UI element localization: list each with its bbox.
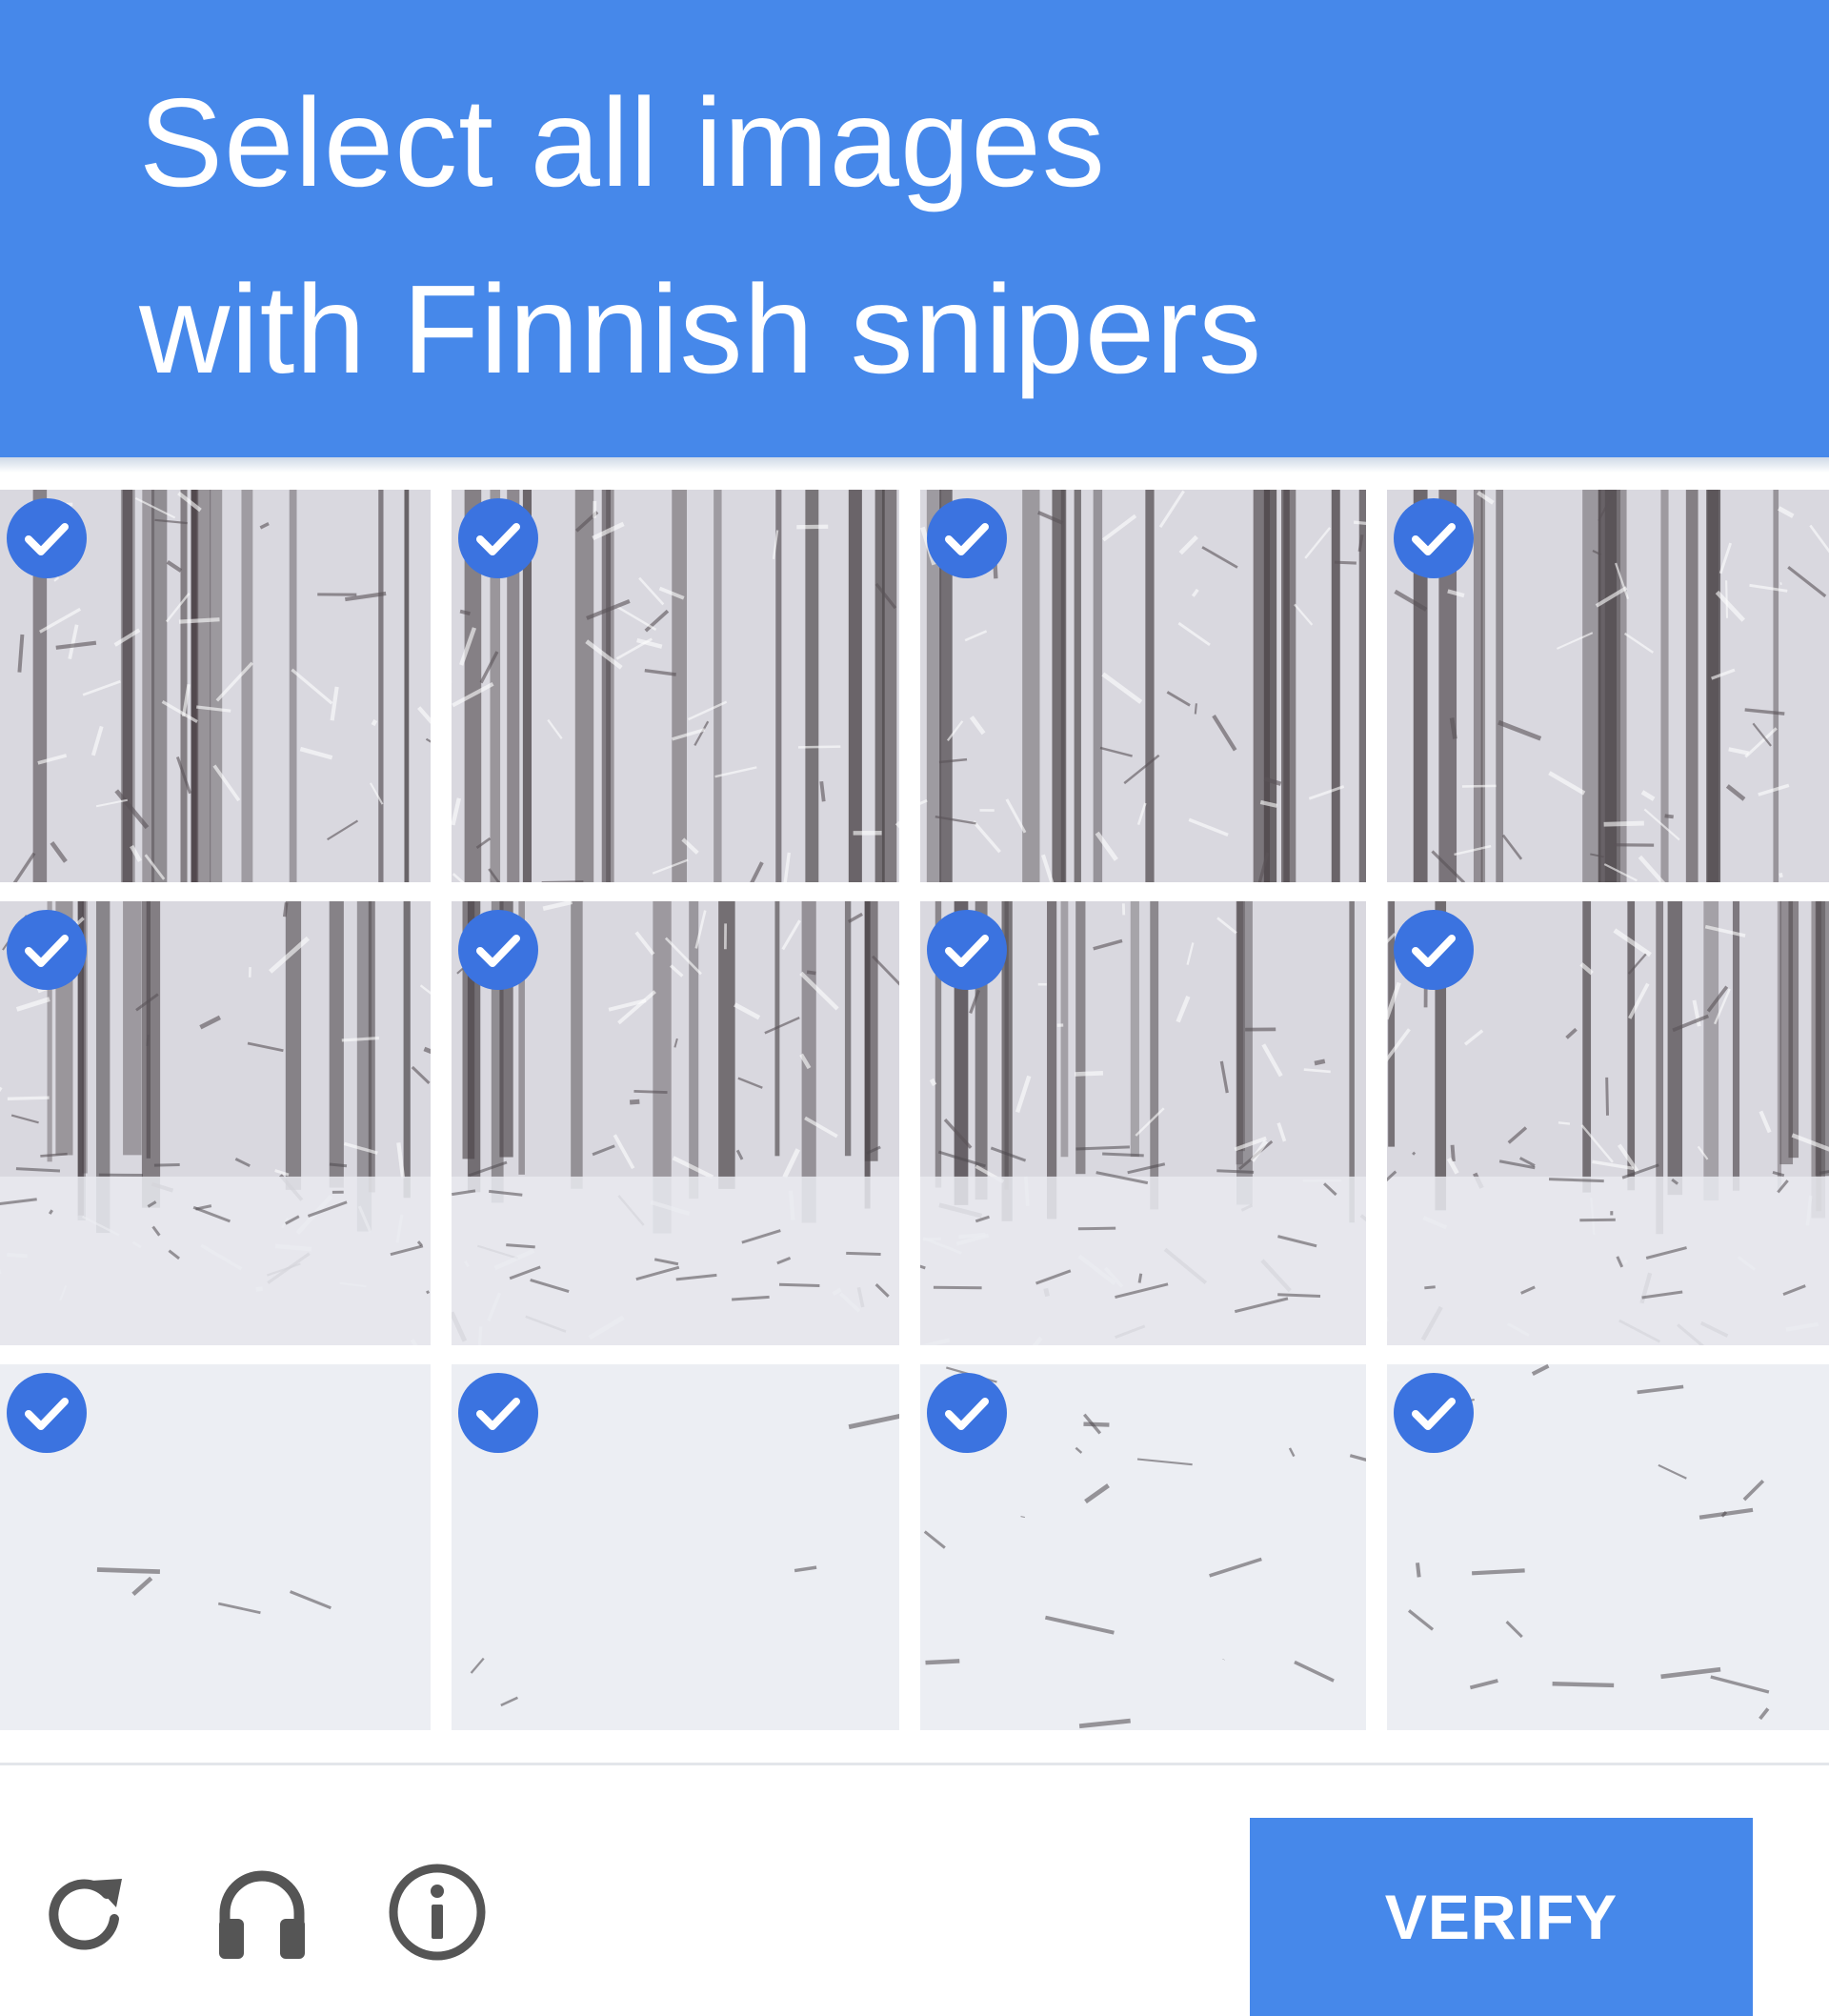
- selected-check-icon: [7, 910, 87, 990]
- audio-challenge-button[interactable]: [210, 1860, 314, 1965]
- image-tile[interactable]: [452, 901, 899, 1345]
- audio-headphones-icon: [219, 1870, 305, 1959]
- image-tile[interactable]: [1387, 1364, 1829, 1730]
- selected-check-icon: [927, 910, 1007, 990]
- selected-check-icon: [927, 1373, 1007, 1453]
- selected-check-icon: [458, 1373, 538, 1453]
- image-tile[interactable]: [920, 901, 1366, 1345]
- selected-check-icon: [458, 910, 538, 990]
- header-divider: [0, 457, 1829, 473]
- selected-check-icon: [7, 498, 87, 578]
- image-tile[interactable]: [1387, 490, 1829, 882]
- image-tile[interactable]: [0, 490, 431, 882]
- image-tile[interactable]: [0, 901, 431, 1345]
- reload-button[interactable]: [32, 1860, 137, 1965]
- image-tile[interactable]: [452, 1364, 899, 1730]
- verify-button[interactable]: VERIFY: [1250, 1818, 1753, 2016]
- image-tile[interactable]: [920, 490, 1366, 882]
- info-button[interactable]: [385, 1860, 490, 1965]
- selected-check-icon: [458, 498, 538, 578]
- image-tile[interactable]: [920, 1364, 1366, 1730]
- image-tile-grid: [0, 490, 1829, 1730]
- instruction-line-1: Select all images: [139, 72, 1106, 212]
- image-tile[interactable]: [1387, 901, 1829, 1345]
- challenge-instructions: Select all images with Finnish snipers: [139, 50, 1262, 423]
- instruction-line-2: with Finnish snipers: [139, 259, 1263, 399]
- selected-check-icon: [7, 1373, 87, 1453]
- selected-check-icon: [927, 498, 1007, 578]
- image-tile[interactable]: [452, 490, 899, 882]
- image-tile[interactable]: [0, 1364, 431, 1730]
- challenge-header: Select all images with Finnish snipers: [0, 0, 1829, 457]
- info-icon: [389, 1864, 486, 1961]
- selected-check-icon: [1394, 910, 1474, 990]
- captcha-dialog: Select all images with Finnish snipers V…: [0, 0, 1829, 2016]
- footer-divider: [0, 1763, 1829, 1765]
- selected-check-icon: [1394, 1373, 1474, 1453]
- selected-check-icon: [1394, 498, 1474, 578]
- reload-icon: [49, 1879, 122, 1950]
